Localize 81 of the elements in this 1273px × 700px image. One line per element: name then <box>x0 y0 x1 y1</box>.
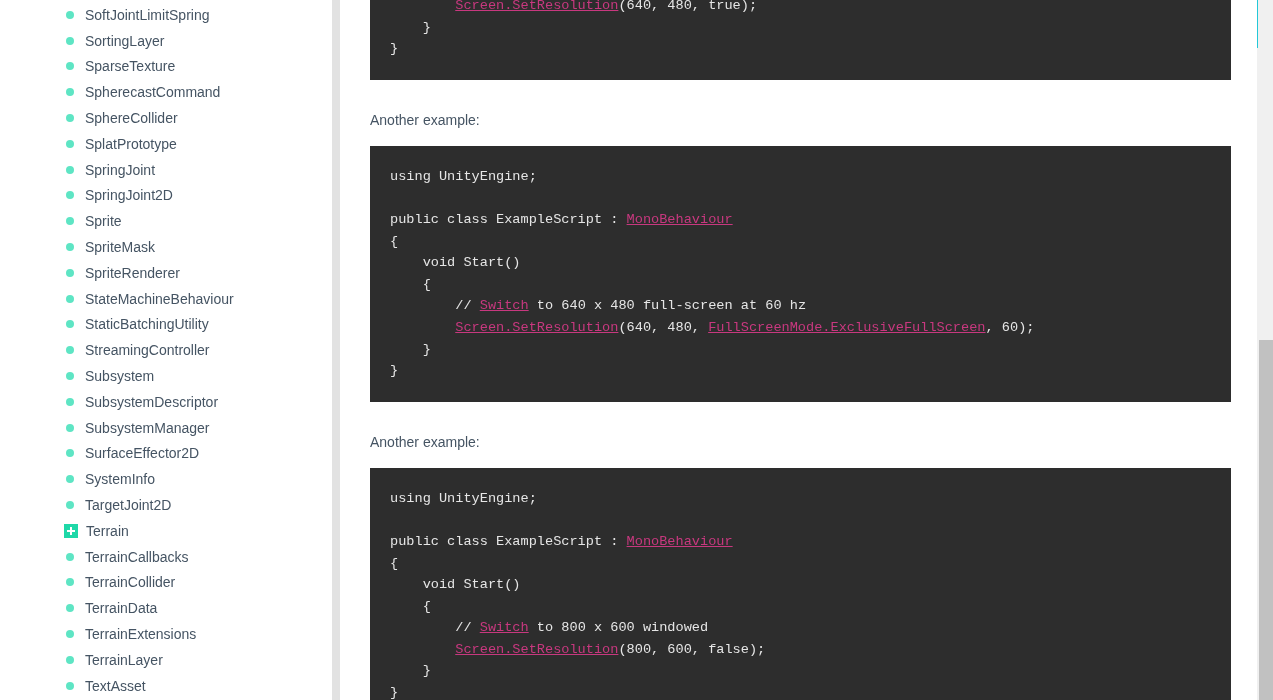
bullet-icon <box>66 294 74 303</box>
bullet-icon <box>66 475 74 484</box>
nav-link[interactable]: SpringJoint <box>85 161 156 178</box>
code-text: void Start() <box>422 577 521 593</box>
bullet-icon <box>66 655 74 664</box>
bullet-icon <box>66 552 74 561</box>
bullet-icon <box>66 397 74 406</box>
nav-link[interactable]: SurfaceEffector2D <box>85 445 200 462</box>
nav-link[interactable]: StateMachineBehaviour <box>85 290 234 307</box>
bullet-icon <box>66 346 74 355</box>
nav-link[interactable]: Subsystem <box>85 368 155 385</box>
bullet-icon <box>66 423 74 432</box>
nav-link[interactable]: SpriteRenderer <box>85 264 180 281</box>
code-text: { <box>390 233 399 249</box>
nav-link[interactable]: TerrainExtensions <box>85 626 197 642</box>
bullet-icon <box>66 243 74 252</box>
nav-link[interactable]: StreamingController <box>85 342 210 359</box>
code-text: } <box>390 363 399 379</box>
bullet-icon <box>66 139 74 148</box>
code-text: using UnityEngine; <box>390 490 537 506</box>
nav-link[interactable]: SpringJoint2D <box>85 187 173 204</box>
code-text: using UnityEngine; <box>390 168 537 184</box>
nav-link[interactable]: Sprite <box>85 213 122 230</box>
code-text: { <box>422 598 431 614</box>
nav-link[interactable]: SpherecastCommand <box>85 84 221 101</box>
code-text: , 60); <box>985 319 1035 335</box>
bullet-icon <box>66 191 74 200</box>
nav-link[interactable]: SpriteMask <box>85 239 156 256</box>
paragraph-text: Another example: <box>370 433 481 450</box>
code-text: { <box>422 276 431 292</box>
nav-link[interactable]: TargetJoint2D <box>85 497 172 514</box>
nav-link[interactable]: Terrain <box>86 522 129 539</box>
code-text: (800, 600, false); <box>618 641 766 657</box>
code-text: } <box>390 41 399 57</box>
bullet-icon <box>66 114 74 123</box>
code-text: (640, 480, <box>618 319 701 335</box>
nav-link[interactable]: SubsystemDescriptor <box>85 393 219 410</box>
bullet-icon <box>66 449 74 458</box>
code-text: public class ExampleScript : <box>390 533 620 549</box>
nav-link[interactable]: SphereCollider <box>85 110 178 127</box>
nav-link[interactable]: TerrainCollider <box>85 574 176 591</box>
code-text: } <box>422 19 431 35</box>
nav-link[interactable]: SoftJointLimitSpring <box>85 6 210 23</box>
bullet-icon <box>66 268 74 277</box>
bullet-icon <box>66 372 74 381</box>
bullet-icon <box>66 630 74 638</box>
paragraph-text: Another example: <box>370 111 481 128</box>
nav-link[interactable]: TerrainData <box>85 600 158 617</box>
nav-link[interactable]: SplatPrototype <box>85 135 177 152</box>
code-text: // <box>455 620 473 636</box>
code-text: } <box>422 663 431 679</box>
code-text: // <box>455 298 473 314</box>
nav-link[interactable]: TerrainCallbacks <box>85 548 189 565</box>
scrollbar[interactable] <box>1257 0 1273 700</box>
bullet-icon <box>66 36 74 45</box>
nav-link[interactable]: SortingLayer <box>85 32 165 49</box>
code-text: (640, 480, true); <box>618 0 758 13</box>
plus-icon[interactable] <box>64 523 78 538</box>
code-text: to 640 x 480 full-screen at 60 hz <box>535 298 807 314</box>
code-text: void Start() <box>422 255 521 271</box>
bullet-icon <box>66 165 74 174</box>
nav-link[interactable]: TerrainLayer <box>85 651 163 668</box>
bullet-icon <box>66 320 74 329</box>
nav-link[interactable]: TextAsset <box>85 677 146 694</box>
code-text: } <box>422 341 431 357</box>
bullet-icon <box>66 10 74 19</box>
bullet-icon <box>66 578 74 587</box>
bullet-icon <box>66 217 74 226</box>
code-text: { <box>390 555 399 571</box>
bullet-icon <box>66 501 74 510</box>
nav-link[interactable]: SparseTexture <box>85 58 176 75</box>
nav-link[interactable]: SubsystemManager <box>85 419 210 436</box>
bullet-icon <box>66 88 74 97</box>
bullet-icon <box>66 681 74 690</box>
bullet-icon <box>66 604 74 613</box>
bullet-icon <box>66 62 74 71</box>
code-text: public class ExampleScript : <box>390 211 620 227</box>
nav-link[interactable]: SystemInfo <box>85 471 156 488</box>
code-text: } <box>390 685 399 700</box>
code-text: to 800 x 600 windowed <box>535 620 709 636</box>
nav-link[interactable]: StaticBatchingUtility <box>85 316 209 333</box>
